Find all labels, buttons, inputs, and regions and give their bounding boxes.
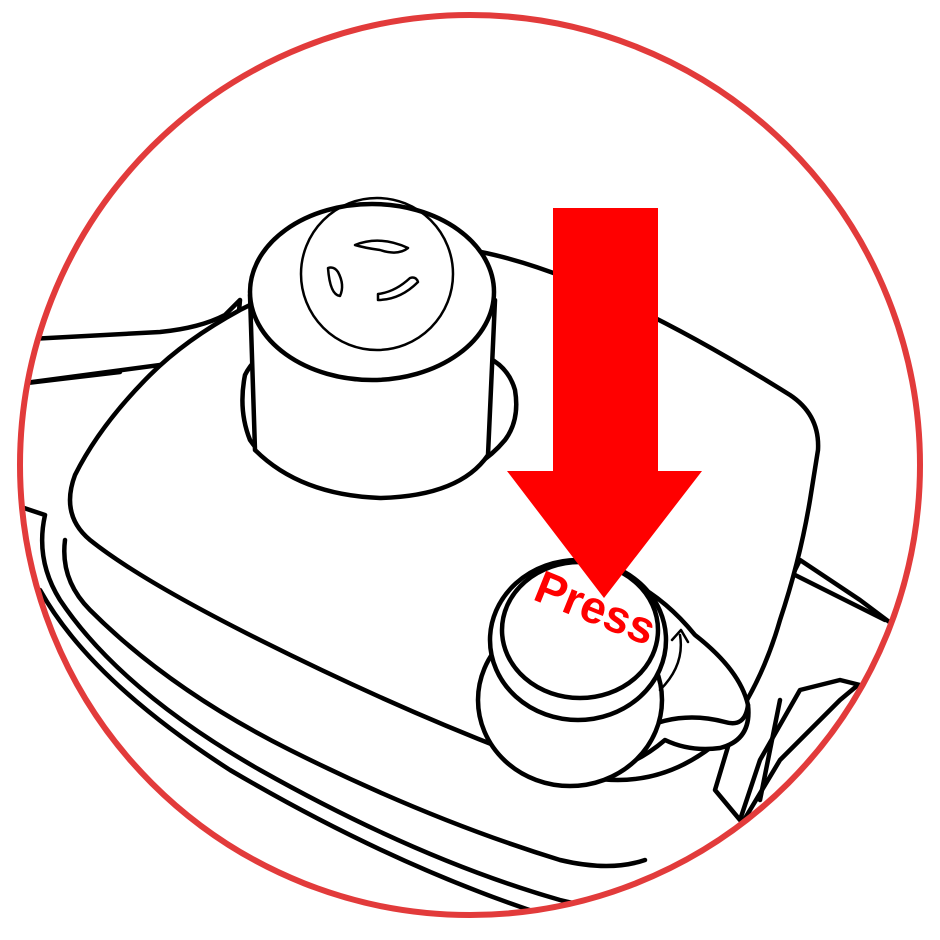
- float-valve-top: [247, 201, 497, 383]
- line-art-group: Press: [20, 196, 920, 915]
- illustration-stage: Press: [0, 0, 940, 940]
- pressure-cooker-lid-illustration: Press: [17, 12, 923, 918]
